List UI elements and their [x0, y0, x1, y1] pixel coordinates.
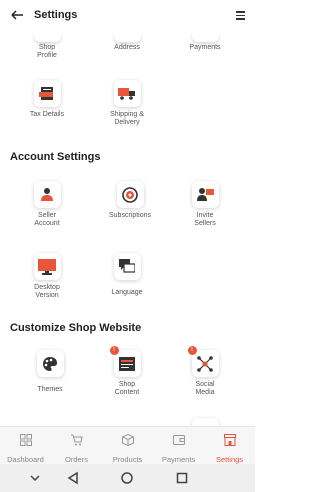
themes-palette-icon: [36, 350, 64, 377]
bottom-navigation: Dashboard Orders Products Payments Setti…: [0, 426, 255, 464]
nav-label: Products: [112, 455, 143, 464]
settings-content[interactable]: Shop Profile Address Payments Tax Detail…: [0, 32, 255, 426]
tile-subscriptions[interactable]: Subscriptions: [95, 181, 165, 220]
shop-profile-icon: [33, 32, 61, 42]
tile-address[interactable]: Address: [92, 32, 162, 52]
tax-document-icon: [33, 80, 61, 107]
tile-shop-content[interactable]: ! Shop Content: [92, 346, 162, 397]
next-tile-icon: [191, 418, 219, 426]
section-heading-customize-shop: Customize Shop Website: [10, 322, 142, 334]
keyboard-hide-icon[interactable]: [28, 471, 42, 485]
nav-payments[interactable]: Payments: [153, 427, 204, 464]
payments-icon: [191, 32, 219, 42]
tile-partial-next[interactable]: [170, 418, 240, 426]
tile-label: Shop Profile: [37, 44, 57, 59]
back-triangle-icon[interactable]: [66, 471, 80, 485]
delivery-truck-icon: [113, 80, 141, 107]
system-navigation-bar: [0, 464, 255, 492]
subscriptions-icon: [116, 181, 144, 208]
tile-label: Themes: [37, 386, 63, 393]
tile-language[interactable]: Language: [92, 253, 162, 297]
app-header: Settings: [0, 0, 255, 32]
nav-label: Settings: [215, 455, 244, 464]
tile-label: Tax Details: [29, 111, 65, 118]
nav-products[interactable]: Products: [102, 427, 153, 464]
menu-icon[interactable]: [236, 11, 245, 20]
desktop-monitor-icon: [33, 253, 61, 280]
tile-label: Language: [111, 289, 143, 296]
shop-content-icon: !: [109, 346, 141, 377]
invite-sellers-icon: [191, 181, 219, 208]
tile-seller-account[interactable]: Seller Account: [12, 181, 82, 228]
tile-label: Payments: [189, 44, 221, 51]
tile-shipping-delivery[interactable]: Shipping & Delivery: [92, 80, 162, 127]
nav-label: Dashboard: [7, 455, 44, 464]
store-icon: [223, 434, 236, 446]
alert-badge: !: [187, 346, 197, 355]
nav-dashboard[interactable]: Dashboard: [0, 427, 51, 464]
tile-label: Desktop Version: [34, 284, 60, 299]
nav-settings[interactable]: Settings: [204, 427, 255, 464]
tile-label: Shop Content: [114, 381, 140, 396]
tile-label: Seller Account: [34, 212, 60, 227]
tile-desktop-version[interactable]: Desktop Version: [12, 253, 82, 300]
recent-apps-icon[interactable]: [175, 471, 189, 485]
address-icon: [113, 32, 141, 42]
section-heading-account-settings: Account Settings: [10, 151, 101, 163]
page-title: Settings: [34, 9, 78, 21]
tile-label: Subscriptions: [108, 212, 152, 219]
tile-label: Shipping & Delivery: [110, 111, 144, 126]
tile-social-media[interactable]: ! Social Media: [170, 346, 240, 397]
tile-invite-sellers[interactable]: Invite Sellers: [170, 181, 240, 228]
language-icon: [113, 253, 141, 280]
tile-shop-profile[interactable]: Shop Profile: [12, 32, 82, 60]
back-arrow-icon[interactable]: [10, 8, 24, 22]
tile-themes[interactable]: Themes: [15, 350, 85, 394]
nav-label: Orders: [65, 455, 88, 464]
tile-label: Address: [114, 44, 140, 51]
alert-badge: !: [109, 346, 119, 355]
tile-tax-details[interactable]: Tax Details: [12, 80, 82, 119]
social-media-icon: !: [187, 346, 219, 377]
cart-icon: [70, 434, 83, 446]
home-circle-icon[interactable]: [120, 471, 134, 485]
tile-label: Social Media: [195, 381, 215, 396]
nav-orders[interactable]: Orders: [51, 427, 102, 464]
tile-payments[interactable]: Payments: [170, 32, 240, 52]
box-icon: [121, 433, 134, 447]
tile-label: Invite Sellers: [194, 212, 216, 227]
wallet-icon: [172, 435, 185, 445]
seller-account-icon: [33, 181, 61, 208]
dashboard-icon: [19, 434, 32, 446]
nav-label: Payments: [161, 455, 196, 464]
